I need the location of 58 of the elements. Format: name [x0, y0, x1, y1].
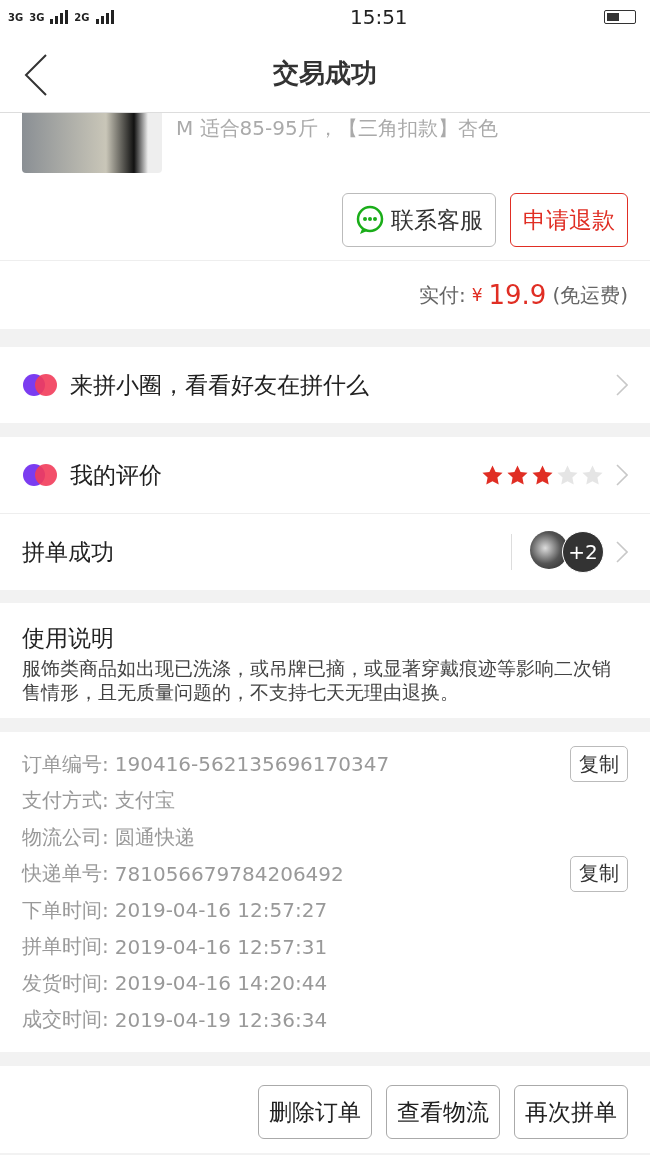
info-value: 781056679784206492 — [114, 861, 345, 886]
signal-icon — [95, 10, 114, 24]
network-label: 2G — [74, 11, 90, 23]
usage-text: 服饰类商品如出现已洗涤，或吊牌已摘，或显著穿戴痕迹等影响二次销售情形，且无质量问题的，不支持七天无理由退换。 — [22, 656, 612, 704]
star-icon — [481, 463, 504, 487]
clock-time: 15:51 — [349, 5, 408, 29]
product-spec: M 适合85-95斤，【三角扣款】杏色 — [176, 115, 498, 142]
row-label: 拼单成功 — [22, 537, 115, 567]
info-value: 支付宝 — [114, 787, 176, 815]
network-label: 3G — [8, 11, 24, 23]
shipping-note: (免运费) — [552, 281, 628, 309]
overlapping-circles-icon — [22, 463, 58, 487]
info-label: 快递单号: — [22, 860, 109, 888]
page-title: 交易成功 — [273, 56, 377, 90]
info-label: 订单编号: — [22, 750, 109, 778]
row-label: 我的评价 — [70, 460, 163, 490]
copy-button[interactable]: 复制 — [570, 855, 628, 892]
paid-label: 实付: — [418, 281, 466, 309]
info-value: 2019-04-16 12:57:31 — [114, 934, 329, 959]
battery-icon — [604, 10, 636, 24]
order-action-button[interactable]: 再次拼单 — [514, 1085, 628, 1139]
info-value: 190416-562135696170347 — [114, 752, 391, 777]
friends-circle-row[interactable]: 来拼小圈，看看好友在拼什么 — [0, 347, 650, 423]
chevron-right-icon — [616, 374, 628, 396]
info-label: 拼单时间: — [22, 933, 109, 961]
review-row[interactable]: 我的评价 — [0, 437, 650, 513]
chevron-right-icon — [616, 464, 628, 486]
signal-icon — [50, 10, 69, 24]
info-value: 2019-04-19 12:36:34 — [114, 1007, 329, 1032]
copy-button[interactable]: 复制 — [570, 746, 628, 783]
overlapping-circles-icon — [22, 373, 58, 397]
star-icon — [581, 463, 604, 487]
usage-title: 使用说明 — [22, 624, 115, 653]
info-value: 2019-04-16 14:20:44 — [114, 971, 329, 996]
order-action-button[interactable]: 查看物流 — [386, 1085, 500, 1139]
order-action-button[interactable]: 删除订单 — [258, 1085, 372, 1139]
chevron-right-icon — [616, 541, 628, 563]
currency-symbol: ¥ — [471, 285, 483, 305]
avatar — [530, 531, 568, 569]
back-icon[interactable] — [24, 54, 48, 96]
star-icon — [556, 463, 579, 487]
info-label: 成交时间: — [22, 1006, 109, 1034]
paid-amount: 19.9 — [488, 280, 547, 310]
network-label: 3G — [29, 11, 45, 23]
chat-icon — [355, 205, 385, 235]
star-icon — [531, 463, 554, 487]
contact-service-button[interactable]: 联系客服 — [342, 193, 496, 247]
info-label: 支付方式: — [22, 787, 109, 815]
info-value: 2019-04-16 12:57:27 — [114, 898, 329, 923]
info-label: 发货时间: — [22, 969, 109, 997]
group-row[interactable]: 拼单成功 +2 — [0, 513, 650, 590]
member-count-badge: +2 — [562, 531, 604, 573]
info-label: 物流公司: — [22, 823, 109, 851]
row-label: 来拼小圈，看看好友在拼什么 — [70, 370, 370, 400]
refund-button[interactable]: 申请退款 — [510, 193, 628, 247]
info-label: 下单时间: — [22, 896, 109, 924]
star-icon — [506, 463, 529, 487]
info-value: 圆通快递 — [114, 823, 196, 851]
